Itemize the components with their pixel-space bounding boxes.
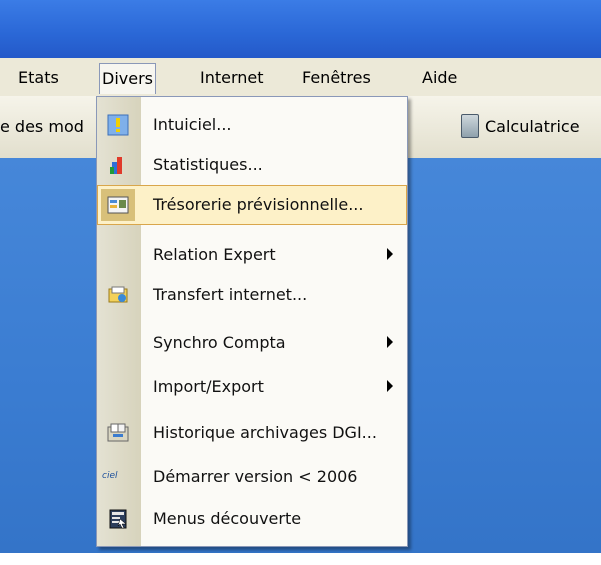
treasury-icon	[107, 196, 129, 214]
menu-item-label: Import/Export	[153, 377, 264, 396]
menu-item-label: Statistiques...	[153, 155, 263, 174]
menu-item-import-export[interactable]: Import/Export	[97, 367, 407, 407]
menu-fenetres[interactable]: Fenêtres	[302, 65, 371, 91]
menu-item-statistiques[interactable]: Statistiques...	[97, 145, 407, 185]
menu-item-label: Historique archivages DGI...	[153, 423, 377, 442]
transfer-icon	[108, 286, 128, 303]
statistics-icon	[110, 157, 122, 174]
toolbar-partial-button[interactable]: e des mod	[0, 117, 84, 136]
submenu-arrow-icon	[387, 248, 393, 260]
menu-item-relation-expert[interactable]: Relation Expert	[97, 235, 407, 275]
submenu-arrow-icon	[387, 380, 393, 392]
menu-item-label: Trésorerie prévisionnelle...	[153, 195, 364, 214]
menu-item-transfert-internet[interactable]: Transfert internet...	[97, 275, 407, 315]
submenu-arrow-icon	[387, 336, 393, 348]
calculator-button-label[interactable]: Calculatrice	[485, 117, 580, 136]
bottom-edge	[0, 553, 601, 565]
menu-divers[interactable]: Divers	[99, 63, 156, 94]
menu-etats[interactable]: Etats	[18, 65, 59, 91]
divers-dropdown-menu: Intuiciel... Statistiques... Trésorerie …	[96, 96, 408, 547]
menu-item-tresorerie[interactable]: Trésorerie prévisionnelle...	[97, 185, 407, 225]
menu-item-label: Relation Expert	[153, 245, 276, 264]
menu-aide[interactable]: Aide	[422, 65, 457, 91]
menu-item-synchro-compta[interactable]: Synchro Compta	[97, 323, 407, 363]
discovery-menu-icon	[109, 509, 127, 529]
info-icon	[107, 114, 129, 136]
menu-item-label: Menus découverte	[153, 509, 302, 528]
calculator-icon[interactable]	[461, 114, 479, 138]
menu-item-demarrer-version[interactable]: ciel Démarrer version < 2006	[97, 457, 407, 497]
menu-internet[interactable]: Internet	[200, 65, 264, 91]
menu-item-intuiciel[interactable]: Intuiciel...	[97, 105, 407, 145]
menu-item-label: Synchro Compta	[153, 333, 286, 352]
ciel-logo-icon: ciel	[102, 471, 118, 481]
menu-item-historique-archivages[interactable]: Historique archivages DGI...	[97, 413, 407, 453]
menu-item-label: Transfert internet...	[153, 285, 308, 304]
menu-item-label: Intuiciel...	[153, 115, 232, 134]
menu-item-menus-decouverte[interactable]: Menus découverte	[97, 499, 407, 539]
window-title-bar	[0, 0, 601, 58]
menu-item-label: Démarrer version < 2006	[153, 467, 358, 486]
archive-icon	[107, 423, 129, 442]
menu-bar: Etats Divers Internet Fenêtres Aide	[0, 58, 601, 97]
